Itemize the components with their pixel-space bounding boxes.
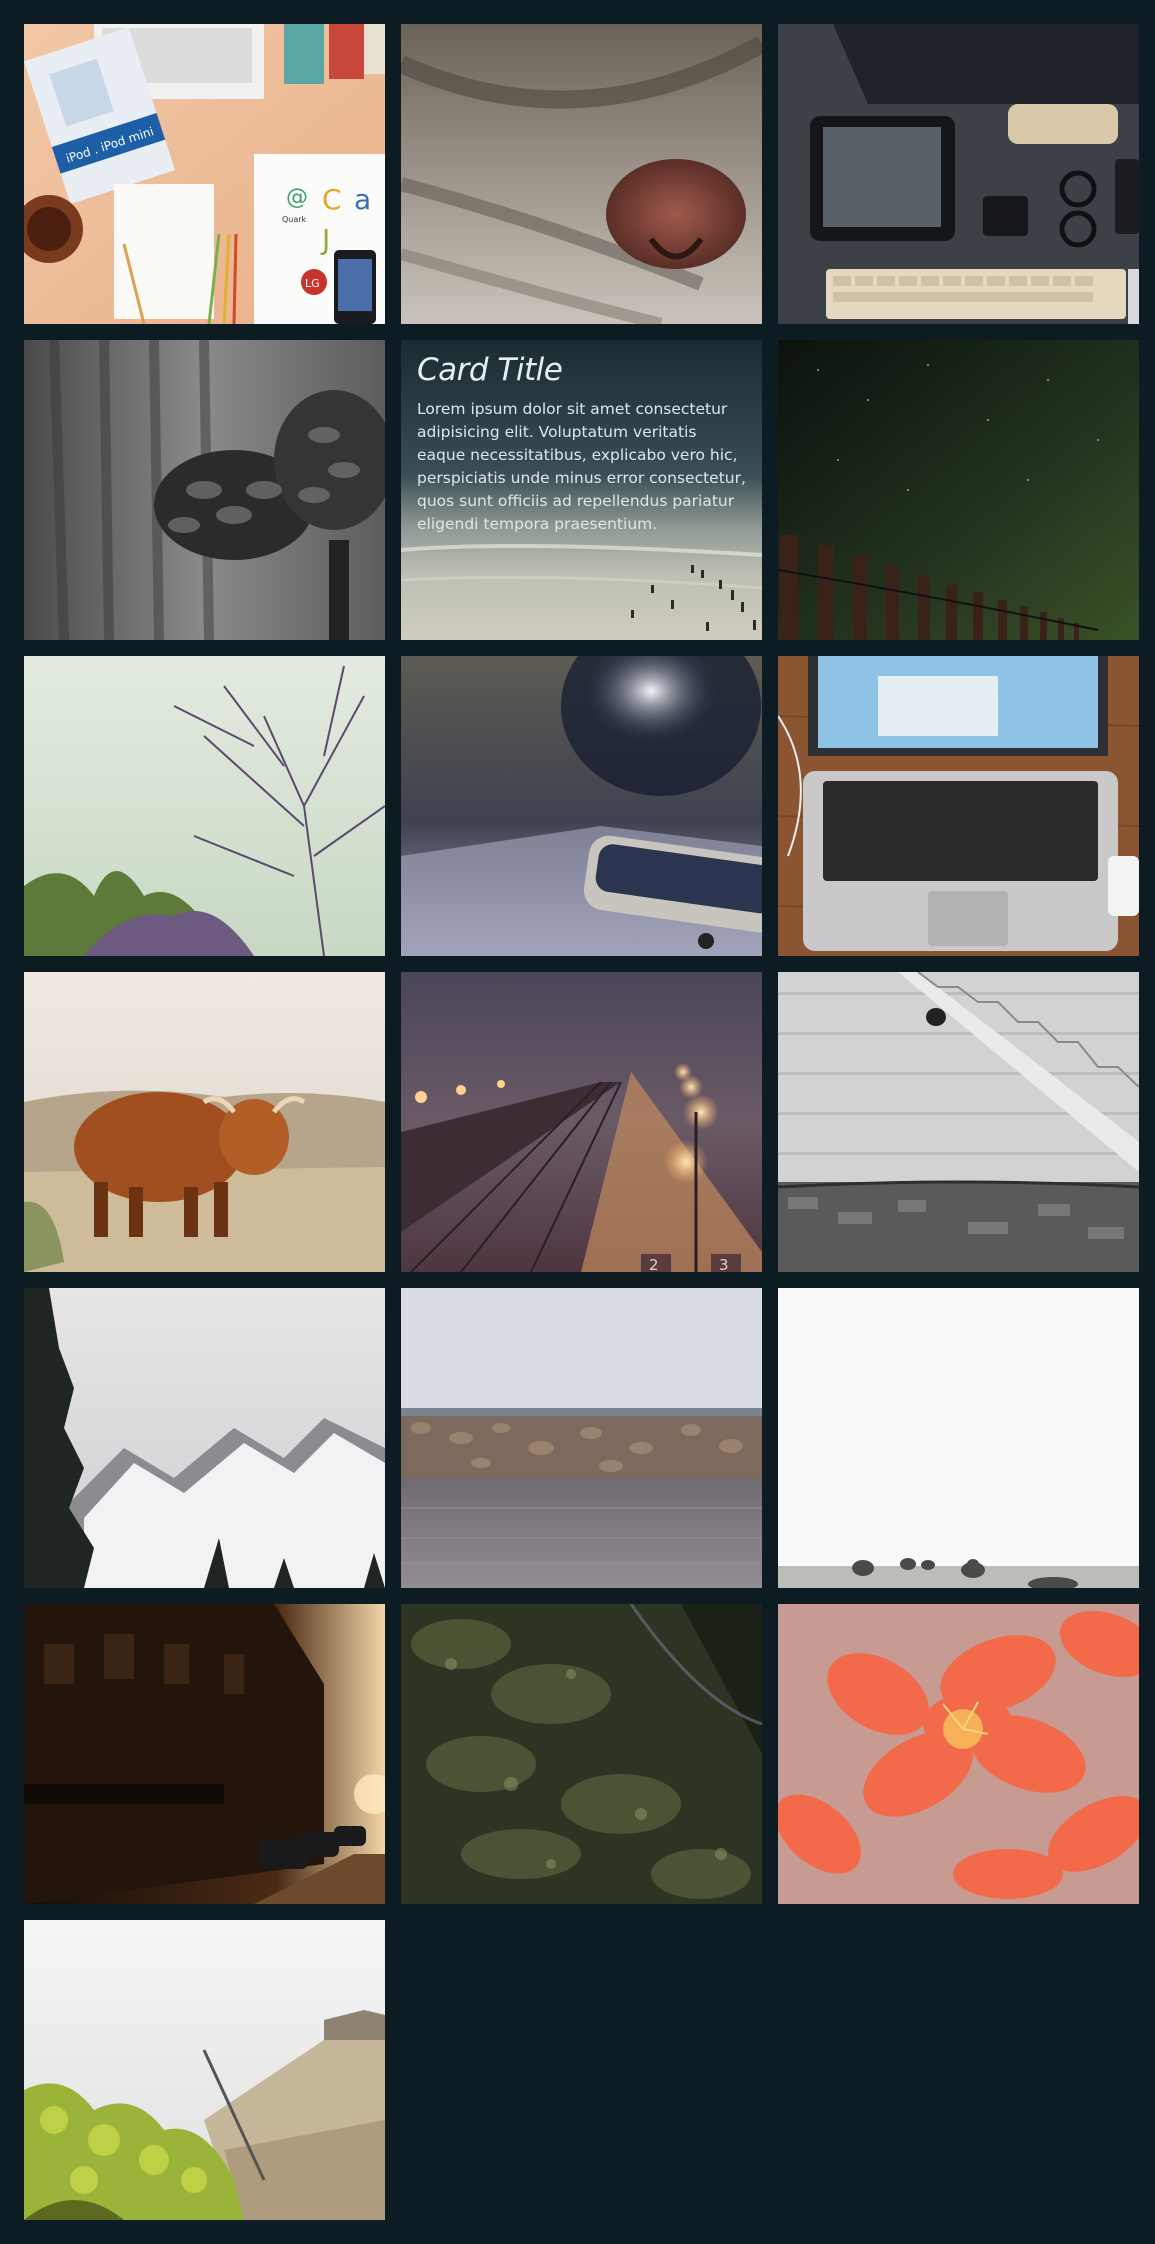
tile-white-field[interactable]	[778, 1288, 1139, 1588]
night-sky-fence-image	[778, 340, 1139, 640]
foggy-station-image: 2 3	[401, 972, 762, 1272]
card-tile[interactable]: Card Title Lorem ipsum dolor sit amet co…	[401, 340, 762, 640]
snowy-mountain-image	[24, 1288, 385, 1588]
svg-text:2: 2	[649, 1256, 659, 1272]
svg-text:C: C	[322, 183, 342, 216]
tile-bare-tree[interactable]	[24, 656, 385, 956]
card-content: Card Title Lorem ipsum dolor sit amet co…	[401, 340, 762, 548]
tile-orange-flowers[interactable]	[778, 1604, 1139, 1904]
tablet-desk-image	[778, 24, 1139, 324]
tile-phone-bokeh[interactable]	[401, 656, 762, 956]
tile-pinecone[interactable]	[24, 340, 385, 640]
svg-text:LG: LG	[305, 277, 320, 290]
tile-tablet-desk[interactable]	[778, 24, 1139, 324]
svg-text:a: a	[354, 183, 371, 216]
bare-tree-image	[24, 656, 385, 956]
laptop-wood-image	[778, 656, 1139, 956]
card-body-text: Lorem ipsum dolor sit amet consectetur a…	[417, 400, 746, 533]
tile-cat-nose[interactable]	[401, 24, 762, 324]
desk-flatlay-image: iPod . iPod mini @ C a Quark J LG	[24, 24, 385, 324]
tile-stone-stairs[interactable]	[778, 972, 1139, 1272]
cat-nose-image	[401, 24, 762, 324]
pinecone-image	[24, 340, 385, 640]
mossy-bark-image	[401, 1604, 762, 1904]
stone-stairs-image	[778, 972, 1139, 1272]
svg-text:J: J	[320, 223, 330, 256]
svg-text:Quark: Quark	[282, 215, 307, 224]
phone-bokeh-image	[401, 656, 762, 956]
tile-sunset-street[interactable]	[24, 1604, 385, 1904]
tile-laptop-wood[interactable]	[778, 656, 1139, 956]
tile-desk-flatlay[interactable]: iPod . iPod mini @ C a Quark J LG	[24, 24, 385, 324]
orange-flowers-image	[778, 1604, 1139, 1904]
highland-cow-image	[24, 972, 385, 1272]
card-title: Card Title	[417, 352, 563, 388]
tile-highland-cow[interactable]	[24, 972, 385, 1272]
photo-grid: iPod . iPod mini @ C a Quark J LG Card T…	[0, 0, 1155, 2244]
tile-boat-foliage[interactable]	[24, 1920, 385, 2220]
tile-foggy-station[interactable]: 2 3	[401, 972, 762, 1272]
sunset-street-image	[24, 1604, 385, 1904]
tile-rock-breakwater[interactable]	[401, 1288, 762, 1588]
tile-snowy-mountain[interactable]	[24, 1288, 385, 1588]
tile-night-sky-fence[interactable]	[778, 340, 1139, 640]
svg-text:3: 3	[719, 1256, 729, 1272]
white-field-image	[778, 1288, 1139, 1588]
boat-foliage-image	[24, 1920, 385, 2220]
svg-text:@: @	[286, 185, 308, 210]
rock-breakwater-image	[401, 1288, 762, 1588]
tile-mossy-bark[interactable]	[401, 1604, 762, 1904]
